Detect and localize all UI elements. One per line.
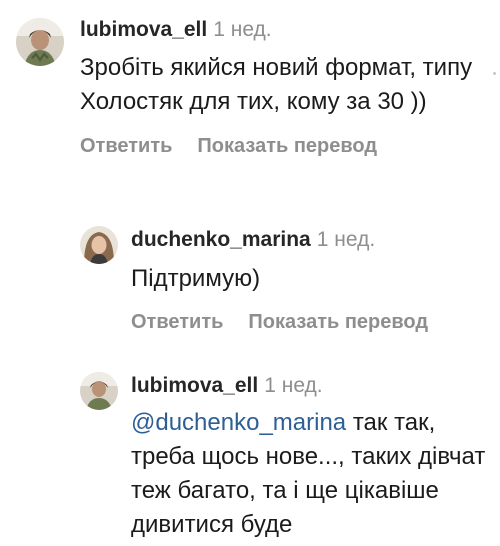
show-translation-button[interactable]: Показать перевод <box>197 135 377 158</box>
comment-header: lubimova_ell 1 нед. <box>80 17 500 43</box>
comment-actions: Ответить Показать перевод <box>80 135 500 158</box>
comment-actions: Ответить Показать перевод <box>131 311 500 334</box>
avatar[interactable] <box>80 372 118 410</box>
username[interactable]: lubimova_ell <box>131 374 258 397</box>
timestamp: 1 нед. <box>264 374 323 397</box>
comment: lubimova_ell 1 нед. Зробіть якийся новий … <box>16 10 500 158</box>
comment-header: lubimova_ell 1 нед. <box>131 373 491 399</box>
comment-text: Зробіть якийся новий формат, типу Холост… <box>80 54 473 115</box>
avatar[interactable] <box>16 18 64 66</box>
reply-button[interactable]: Ответить <box>80 135 172 158</box>
timestamp: 1 нед. <box>316 228 376 251</box>
mention-link[interactable]: @duchenko_marina <box>131 409 346 436</box>
comment-body: duchenko_marina 1 нед. Підтримую) Ответит… <box>131 220 500 334</box>
comment-header: duchenko_marina 1 нед. <box>131 227 500 253</box>
username[interactable]: duchenko_marina <box>131 228 311 251</box>
more-options-icon[interactable] <box>493 72 496 75</box>
comment-body: lubimova_ell 1 нед. @duchenko_marina так … <box>131 366 491 542</box>
reply-comment: lubimova_ell 1 нед. @duchenko_marina так … <box>80 366 491 542</box>
comment-text: Підтримую) <box>131 265 261 292</box>
comment-body: lubimova_ell 1 нед. Зробіть якийся новий … <box>80 10 500 158</box>
timestamp: 1 нед. <box>213 18 272 41</box>
username[interactable]: lubimova_ell <box>80 18 207 41</box>
reply-comment: duchenko_marina 1 нед. Підтримую) Ответит… <box>80 220 500 334</box>
reply-button[interactable]: Ответить <box>131 311 223 334</box>
avatar[interactable] <box>80 226 118 264</box>
show-translation-button[interactable]: Показать перевод <box>248 311 428 334</box>
comment-text: @duchenko_marina так так, треба щось нов… <box>131 406 486 542</box>
